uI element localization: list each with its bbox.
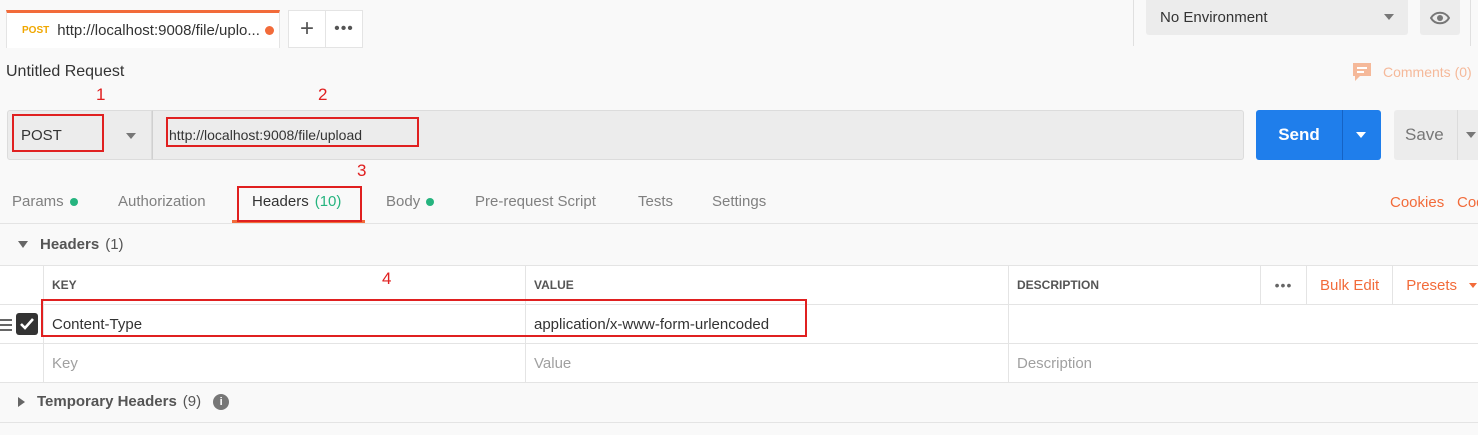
section-count: (9): [182, 393, 202, 410]
tab-label: Tests: [638, 193, 674, 210]
comment-icon: [1353, 63, 1371, 81]
eye-icon: [1430, 11, 1450, 24]
request-tab[interactable]: POST http://localhost:9008/file/uplo...: [6, 10, 280, 48]
table-actions: ••• Bulk Edit Presets: [1260, 266, 1478, 304]
new-value-input[interactable]: Value: [525, 344, 1008, 382]
chevron-down-icon: [1384, 14, 1394, 20]
divider: [0, 422, 1478, 423]
temporary-headers-toggle[interactable]: Temporary Headers (9) i: [18, 393, 230, 410]
new-key-input[interactable]: Key: [43, 344, 525, 382]
tab-tests[interactable]: Tests: [638, 193, 673, 210]
tab-label: Authorization: [118, 193, 206, 210]
drag-handle-icon[interactable]: [0, 319, 12, 334]
annotation-number: 2: [318, 85, 328, 104]
annotation-box: [237, 186, 362, 222]
tab-settings[interactable]: Settings: [712, 193, 766, 210]
send-label: Send: [1278, 125, 1320, 144]
request-title[interactable]: Untitled Request: [6, 63, 124, 81]
annotation-number: 1: [96, 85, 106, 104]
comments-label: Comments (0): [1383, 64, 1472, 80]
tab-pre-request-script[interactable]: Pre-request Script: [475, 193, 596, 210]
tab-method: POST: [22, 25, 50, 36]
annotation-number: 3: [357, 161, 367, 180]
send-button[interactable]: Send: [1256, 110, 1381, 160]
tab-label: Params: [12, 193, 64, 210]
caret-down-icon: [18, 241, 28, 248]
divider: [1470, 0, 1471, 46]
divider: [1133, 0, 1134, 46]
chevron-down-icon: [1469, 282, 1478, 288]
headers-section-toggle[interactable]: Headers (1): [18, 236, 124, 253]
annotation-box: [41, 299, 807, 337]
annotation-number: 4: [382, 269, 392, 288]
table-row-new: Key Value Description: [0, 344, 1478, 383]
info-icon[interactable]: i: [213, 393, 230, 410]
section-label: Temporary Headers: [37, 393, 177, 410]
tab-strip: POST http://localhost:9008/file/uplo... …: [0, 0, 1478, 48]
divider: [0, 223, 1478, 224]
header-description-field[interactable]: [1008, 305, 1478, 343]
new-description-input[interactable]: Description: [1008, 344, 1478, 382]
presets-dropdown[interactable]: Presets: [1392, 266, 1478, 304]
save-options-chevron-icon[interactable]: [1466, 132, 1476, 138]
chevron-down-icon: [126, 133, 136, 139]
tab-label: Settings: [712, 193, 767, 210]
save-button[interactable]: Save: [1394, 110, 1478, 160]
caret-right-icon: [18, 396, 25, 407]
tab-label: Body: [386, 193, 421, 210]
status-dot-icon: [69, 197, 78, 206]
table-more-button[interactable]: •••: [1260, 266, 1306, 304]
presets-label: Presets: [1406, 276, 1458, 294]
check-icon: [20, 318, 34, 330]
tab-label: Pre-request Script: [475, 193, 596, 210]
environment-label: No Environment: [1160, 9, 1268, 26]
comments-button[interactable]: Comments (0): [1352, 62, 1472, 82]
status-dot-icon: [426, 197, 435, 206]
tab-params[interactable]: Params: [12, 193, 78, 210]
save-label: Save: [1405, 125, 1444, 144]
code-link[interactable]: Code: [1457, 194, 1478, 211]
divider: [1457, 110, 1458, 160]
send-options-chevron-icon[interactable]: [1356, 132, 1366, 138]
environment-quick-look-button[interactable]: [1420, 0, 1460, 35]
annotation-box: [12, 114, 104, 152]
bulk-edit-link[interactable]: Bulk Edit: [1306, 266, 1392, 304]
section-count: (1): [105, 236, 124, 253]
tab-more-button[interactable]: •••: [326, 10, 363, 48]
tab-title: http://localhost:9008/file/uplo...: [57, 22, 260, 39]
unsaved-dot-icon: [265, 26, 275, 35]
section-label: Headers: [40, 236, 100, 253]
tab-body[interactable]: Body: [386, 193, 435, 210]
divider: [1342, 110, 1343, 160]
annotation-box: [166, 117, 419, 147]
row-enabled-checkbox[interactable]: [16, 313, 38, 335]
environment-select[interactable]: No Environment: [1146, 0, 1408, 35]
cookies-link[interactable]: Cookies: [1390, 194, 1444, 211]
new-tab-button[interactable]: +: [288, 10, 326, 48]
tab-authorization[interactable]: Authorization: [118, 193, 206, 210]
